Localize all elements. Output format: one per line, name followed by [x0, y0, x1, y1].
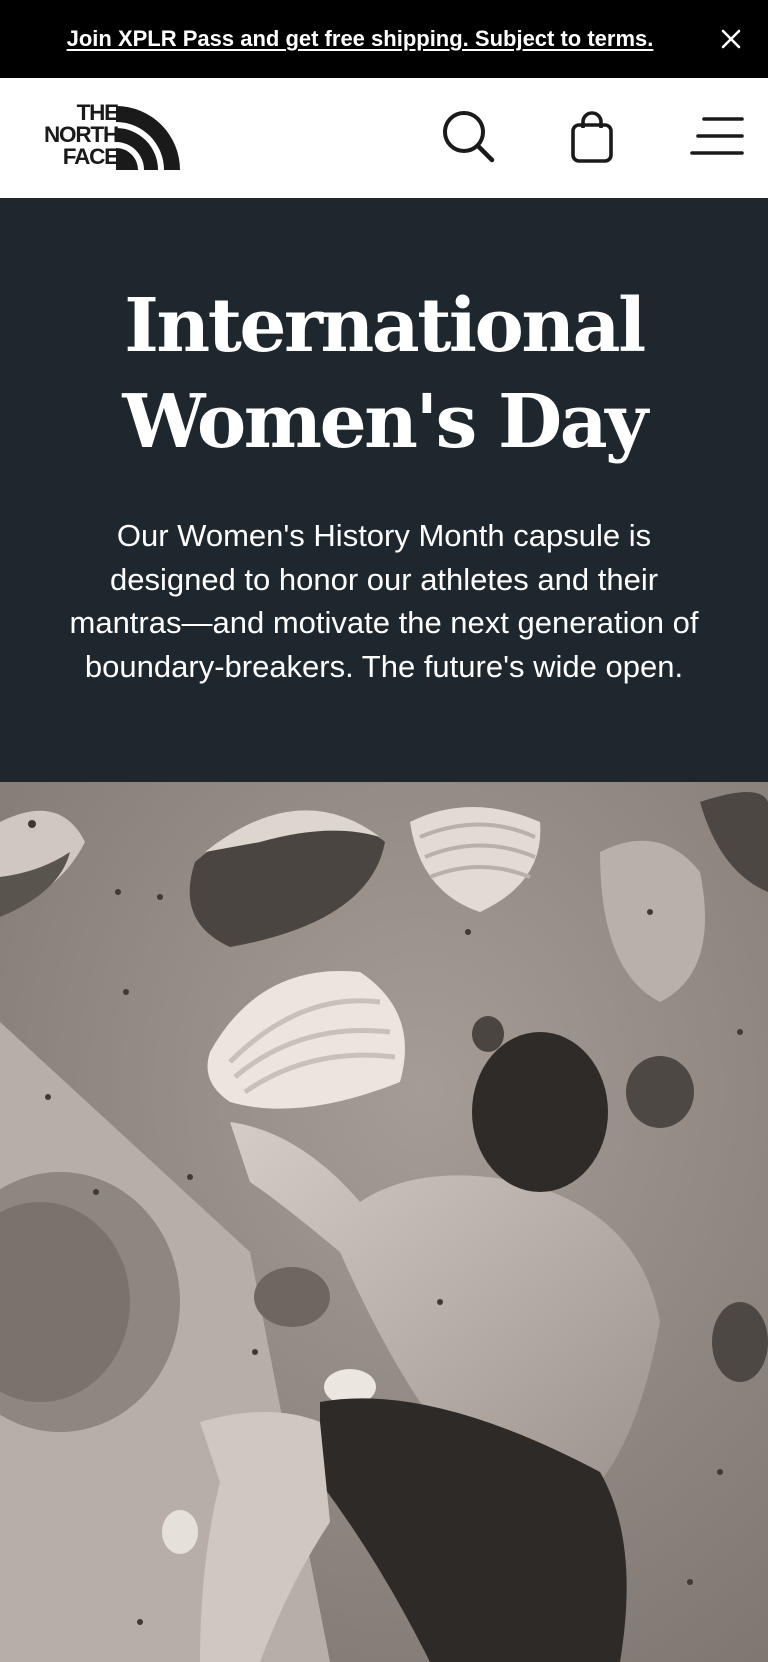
logo-line-3: FACE: [62, 144, 119, 169]
hamburger-menu-icon[interactable]: [684, 106, 748, 166]
half-dome-logo-icon: [116, 106, 180, 170]
logo-wordmark: THE NORTH FACE: [18, 100, 120, 169]
close-icon[interactable]: [716, 24, 746, 54]
hero-section: International Women's Day Our Women's Hi…: [0, 198, 768, 782]
promo-link[interactable]: Join XPLR Pass and get free shipping. Su…: [0, 0, 720, 78]
the-north-face-logo[interactable]: THE NORTH FACE: [18, 100, 180, 174]
site-header: THE NORTH FACE: [0, 78, 768, 198]
hero-title: International Women's Day: [122, 283, 648, 465]
shopping-bag-icon[interactable]: [564, 106, 620, 166]
climber-hero-image: [0, 782, 768, 1662]
logo-line-1: THE: [76, 100, 120, 125]
hero-description: Our Women's History Month capsule is des…: [69, 518, 699, 684]
logo-line-2: NORTH: [44, 122, 119, 147]
promo-banner: Join XPLR Pass and get free shipping. Su…: [0, 0, 768, 78]
search-icon[interactable]: [438, 106, 498, 166]
